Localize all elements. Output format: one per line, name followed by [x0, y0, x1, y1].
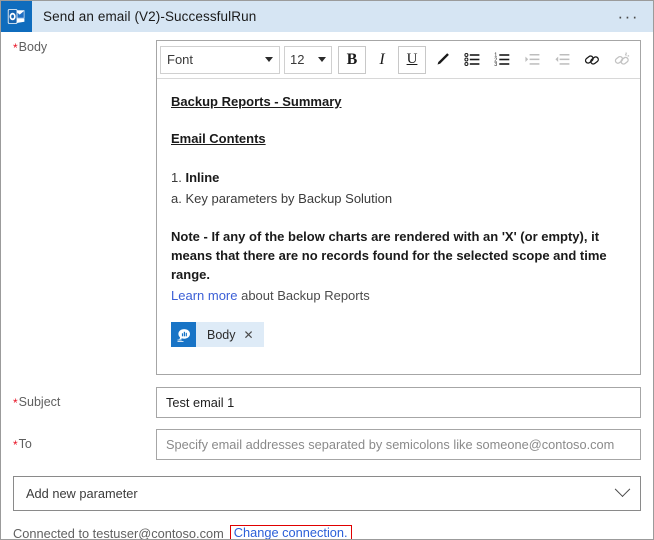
editor-heading-1: Backup Reports - Summary	[171, 94, 342, 109]
link-icon	[584, 54, 599, 65]
pen-icon	[437, 53, 449, 65]
required-asterisk: *	[13, 438, 18, 452]
to-field-label: *To	[1, 429, 156, 453]
unlink-icon	[614, 51, 630, 65]
italic-button[interactable]: I	[368, 46, 396, 74]
body-label-text: Body	[18, 40, 48, 54]
font-size-dropdown[interactable]: 12	[284, 45, 332, 74]
card-content: *Body Font 12 B I U 1 2 3 Backup Reports…	[1, 32, 653, 540]
insert-link-button[interactable]	[578, 46, 606, 74]
add-new-parameter-label: Add new parameter	[26, 486, 138, 501]
card-header: Send an email (V2)-SuccessfulRun ···	[1, 1, 653, 32]
dynamic-content-icon	[171, 322, 196, 348]
to-field-row: *To	[1, 429, 653, 460]
italic-icon: I	[379, 50, 385, 68]
decrease-indent-icon	[524, 54, 539, 65]
chevron-down-icon	[614, 481, 631, 498]
close-icon[interactable]: ✕	[244, 328, 264, 342]
body-field-row: *Body Font 12 B I U 1 2 3 Backup Reports…	[1, 32, 653, 375]
rich-text-editor: Font 12 B I U 1 2 3 Backup Reports - Sum…	[156, 40, 641, 375]
subject-field-row: *Subject	[1, 387, 653, 418]
to-label-text: To	[18, 437, 32, 451]
token-label: Body	[207, 327, 236, 342]
font-family-dropdown[interactable]: Font	[160, 45, 280, 74]
font-color-button[interactable]	[428, 46, 456, 74]
editor-learn-more-line: Learn more about Backup Reports	[171, 287, 624, 305]
card-title: Send an email (V2)-SuccessfulRun	[43, 9, 257, 24]
decrease-indent-button[interactable]	[518, 46, 546, 74]
font-size-value: 12	[290, 52, 305, 67]
remove-link-button[interactable]	[608, 46, 636, 74]
overflow-menu-button[interactable]: ···	[618, 8, 639, 25]
chevron-down-icon	[265, 57, 273, 62]
bulleted-list-button[interactable]	[458, 46, 486, 74]
numbered-list-icon: 1 2 3	[494, 53, 509, 68]
subject-field-label: *Subject	[1, 387, 156, 411]
increase-indent-button[interactable]	[548, 46, 576, 74]
list-item-bold-text: Inline	[185, 170, 220, 185]
send-email-action-card: Send an email (V2)-SuccessfulRun ··· *Bo…	[0, 0, 654, 540]
svg-text:3: 3	[494, 62, 497, 68]
editor-heading-2: Email Contents	[171, 131, 266, 146]
body-field-label: *Body	[1, 32, 156, 56]
font-family-value: Font	[167, 52, 194, 67]
editor-sub-item: a. Key parameters by Backup Solution	[171, 190, 393, 206]
chevron-down-icon	[318, 57, 326, 62]
bold-icon: B	[346, 50, 358, 68]
connection-status: Connected to testuser@contoso.com Change…	[13, 525, 653, 540]
to-input[interactable]	[156, 429, 641, 460]
editor-list-item-1: 1. Inline	[171, 169, 624, 187]
add-new-parameter-dropdown[interactable]: Add new parameter	[13, 476, 641, 511]
editor-content-area[interactable]: Backup Reports - Summary Email Contents …	[157, 79, 640, 374]
list-number: 1.	[171, 170, 182, 185]
subject-label-text: Subject	[18, 395, 61, 409]
bold-button[interactable]: B	[338, 45, 366, 74]
subject-input[interactable]	[156, 387, 641, 418]
required-asterisk: *	[13, 396, 18, 410]
learn-more-link[interactable]: Learn more	[171, 288, 237, 303]
outlook-icon	[1, 1, 32, 32]
editor-note: Note - If any of the below charts are re…	[171, 229, 607, 283]
learn-more-rest-text: about Backup Reports	[237, 288, 370, 303]
dynamic-content-token[interactable]: Body ✕	[171, 322, 264, 348]
underline-icon: U	[406, 51, 418, 67]
required-asterisk: *	[13, 41, 18, 55]
numbered-list-button[interactable]: 1 2 3	[488, 46, 516, 74]
increase-indent-icon	[554, 54, 569, 65]
editor-toolbar: Font 12 B I U 1 2 3	[157, 41, 640, 79]
connected-account-text: Connected to testuser@contoso.com	[13, 526, 224, 540]
change-connection-highlight: Change connection.	[229, 525, 352, 539]
underline-button[interactable]: U	[398, 45, 426, 74]
change-connection-link[interactable]: Change connection.	[234, 525, 348, 539]
bulleted-list-icon	[463, 53, 479, 66]
